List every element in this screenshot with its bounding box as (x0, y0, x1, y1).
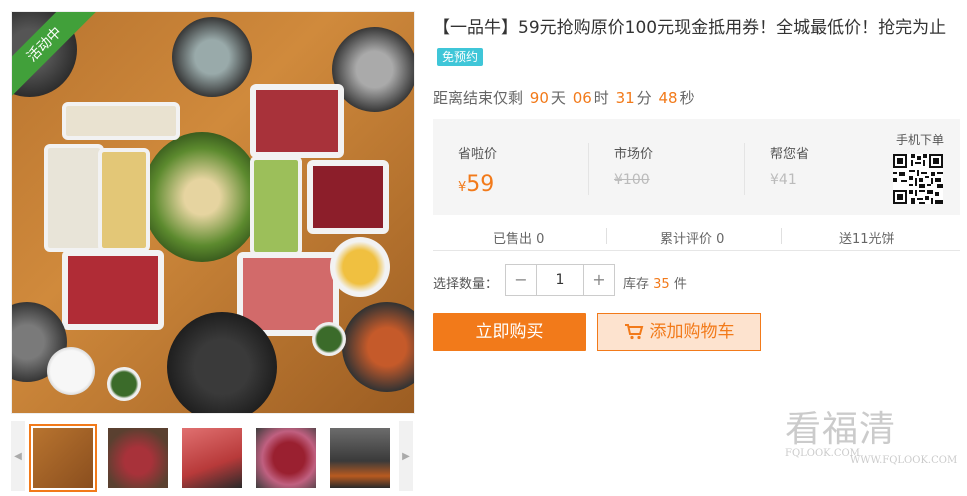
cart-icon (624, 324, 643, 340)
quantity-plus-button[interactable]: + (583, 264, 615, 296)
sale-price-value: 59 (466, 172, 495, 197)
quantity-input[interactable]: 1 (536, 264, 584, 296)
stock-value: 35 (653, 277, 670, 292)
market-price: 市场价 ¥100 (614, 143, 653, 188)
price-panel: 省啦价 ¥59 市场价 ¥100 帮您省 ¥41 手机下单 (433, 119, 960, 215)
quantity-label: 选择数量： (433, 277, 499, 292)
hotpot-pot-photo (332, 27, 414, 112)
watermark: 看福清 FQLOOK.COM WWW.FQLOOK.COM (785, 400, 957, 466)
add-to-cart-label: 添加购物车 (649, 322, 735, 342)
title-text: 【一品牛】59元抢购原价100元现金抵用券！全城最低价！抢完为止 (433, 18, 947, 38)
reward-points: 送11光饼 (839, 232, 895, 247)
thumbnail-image (33, 428, 93, 488)
hotpot-pot-photo (172, 17, 252, 97)
thumbnail-strip: ◀ ▶ (11, 421, 413, 492)
thumbnail-3[interactable] (178, 424, 246, 492)
thumbnail-2[interactable] (104, 424, 172, 492)
thumbnail-image (256, 428, 316, 488)
quantity-minus-button[interactable]: − (505, 264, 537, 296)
market-price-value: ¥100 (614, 172, 650, 188)
countdown-minutes: 31 (615, 89, 635, 107)
countdown-seconds: 48 (658, 89, 678, 107)
meat-plate-photo (62, 250, 164, 330)
chevron-left-icon: ◀ (14, 450, 22, 462)
green-noodle-plate-photo (250, 156, 302, 256)
thumbnail-1[interactable] (29, 424, 97, 492)
no-reservation-badge: 免预约 (437, 48, 484, 66)
sales-stats: 已售出 0 累计评价 0 送11光饼 (433, 222, 960, 251)
stock-info: 库存 35 件 (623, 273, 687, 292)
mobile-order-label: 手机下单 (895, 133, 944, 147)
sauce-bowl-photo (107, 367, 141, 401)
thumbnail-image (108, 428, 168, 488)
activity-ribbon: 活动中 (12, 12, 102, 102)
savings-label: 帮您省 (770, 147, 810, 162)
next-thumbnail-button[interactable]: ▶ (399, 421, 413, 491)
stock-unit: 件 (673, 277, 687, 292)
countdown-minutes-unit: 分 (636, 89, 652, 107)
divider (606, 228, 607, 244)
meat-plate-photo (250, 84, 344, 158)
product-title: 【一品牛】59元抢购原价100元现金抵用券！全城最低价！抢完为止免预约 (433, 14, 963, 72)
market-price-label: 市场价 (614, 147, 654, 162)
countdown-hours-unit: 时 (593, 89, 609, 107)
qr-code-icon[interactable] (893, 154, 943, 204)
divider (781, 228, 782, 244)
sold-count: 已售出 0 (493, 232, 545, 247)
review-count[interactable]: 累计评价 0 (660, 228, 724, 247)
thumbnail-image (330, 428, 390, 488)
dumpling-plate-photo (44, 144, 104, 252)
induction-cooker-photo (167, 312, 277, 413)
stock-prefix: 库存 (623, 277, 650, 292)
countdown-hours: 06 (572, 89, 592, 107)
main-product-image: 活动中 (11, 11, 415, 414)
thumbnail-5[interactable] (326, 424, 394, 492)
dumpling-plate-photo (62, 102, 180, 140)
vegetable-platter-photo (142, 132, 262, 262)
noodle-plate-photo (98, 148, 150, 252)
divider (744, 143, 745, 195)
buy-now-button[interactable]: 立即购买 (433, 313, 586, 351)
sale-price-label: 省啦价 (458, 147, 498, 162)
countdown-days: 90 (529, 89, 549, 107)
ribbon-label: 活动中 (12, 12, 97, 97)
sale-price: 省啦价 ¥59 (458, 143, 497, 197)
thumbnail-image (182, 428, 242, 488)
sauce-bowl-photo (312, 322, 346, 356)
savings-value: ¥41 (770, 172, 797, 188)
countdown: 距离结束仅剩 90 天 06 时 31 分 48 秒 (433, 87, 695, 108)
chevron-right-icon: ▶ (402, 450, 410, 462)
thumbnail-4[interactable] (252, 424, 320, 492)
savings: 帮您省 ¥41 (770, 143, 809, 188)
countdown-prefix: 距离结束仅剩 (433, 89, 524, 107)
dessert-plate-photo (330, 237, 390, 297)
countdown-seconds-unit: 秒 (679, 89, 695, 107)
divider (588, 143, 589, 195)
meat-plate-photo (307, 160, 389, 234)
watermark-text: 看福清 (785, 409, 897, 450)
countdown-days-unit: 天 (550, 89, 566, 107)
prev-thumbnail-button[interactable]: ◀ (11, 421, 25, 491)
sauce-bowl-photo (47, 347, 95, 395)
watermark-url: WWW.FQLOOK.COM (850, 455, 958, 466)
add-to-cart-button[interactable]: 添加购物车 (597, 313, 761, 351)
